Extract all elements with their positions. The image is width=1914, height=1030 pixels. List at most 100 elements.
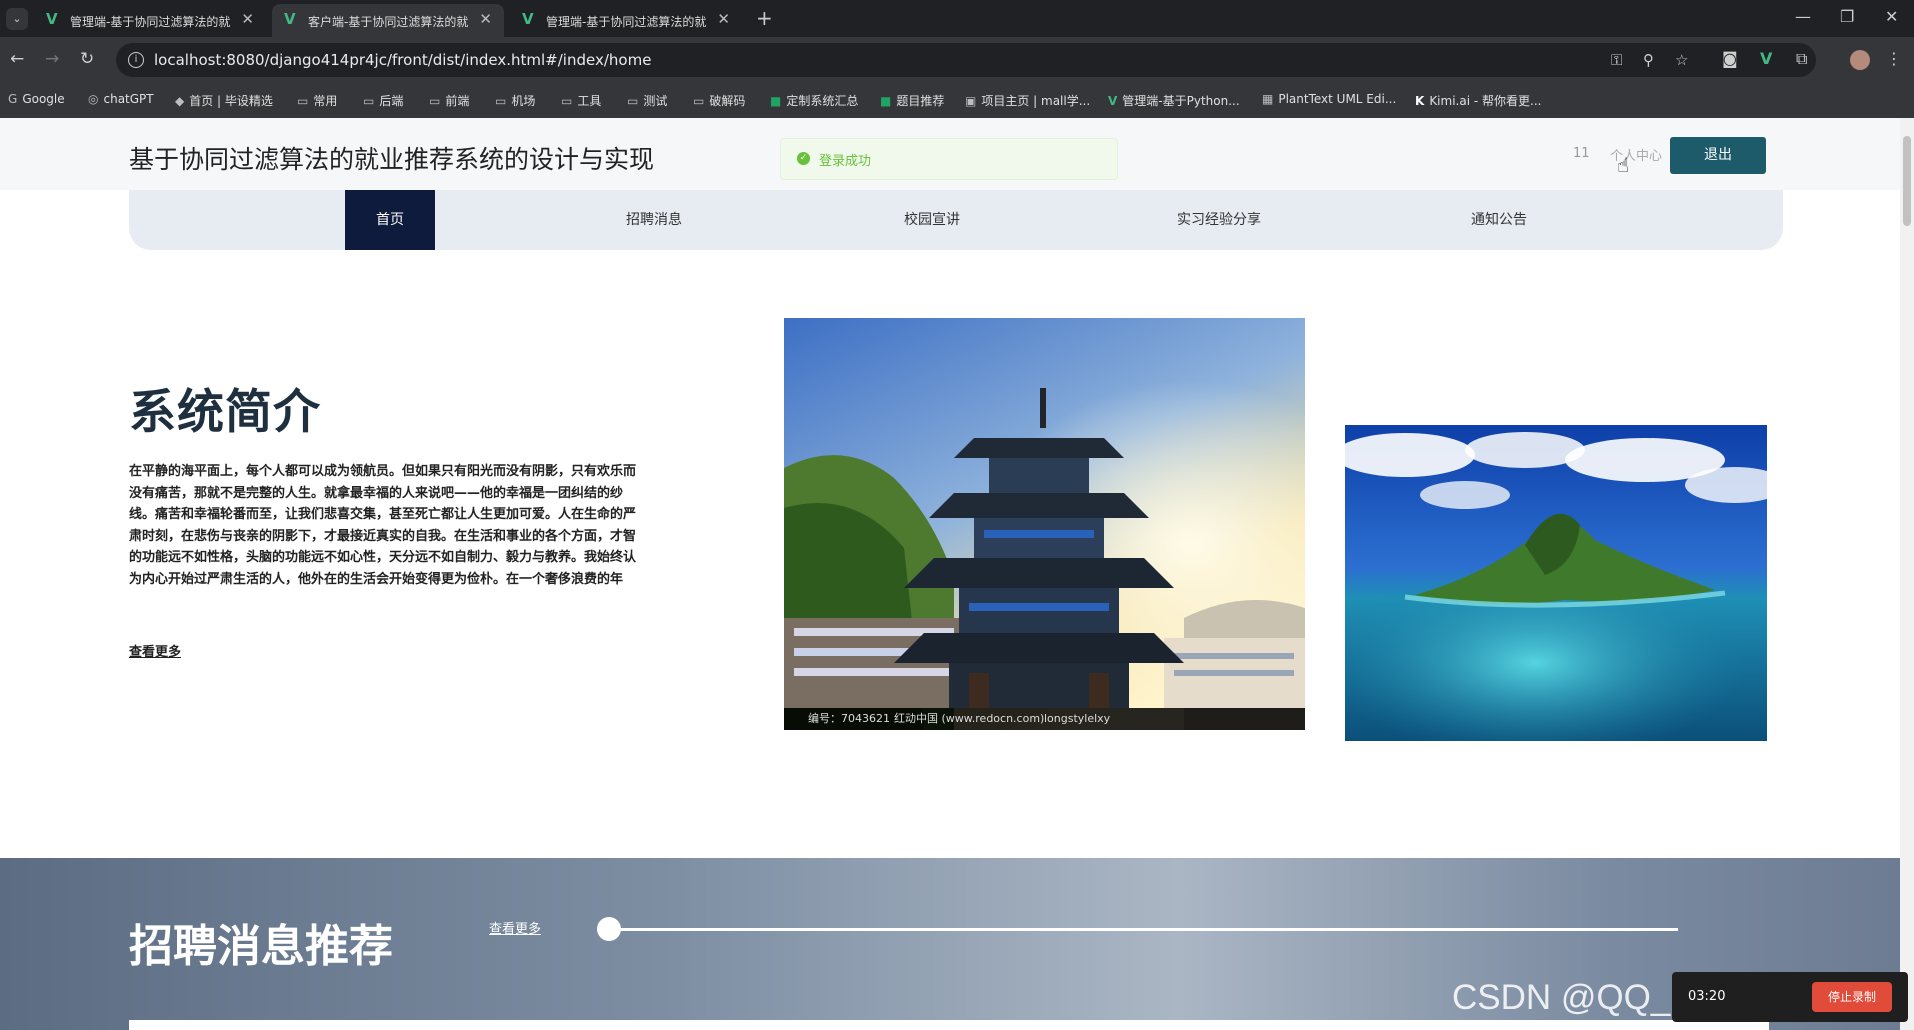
intro-more-link[interactable]: 查看更多 xyxy=(129,641,181,660)
extensions-icon[interactable]: ⧉ xyxy=(1796,49,1807,69)
minimize-icon[interactable]: — xyxy=(1795,7,1811,26)
carousel-slider-track[interactable] xyxy=(608,928,1678,931)
bookmark-item[interactable]: ▭ 常用 xyxy=(297,92,337,109)
bookmark-item[interactable]: ◎ chatGPT xyxy=(88,92,154,106)
bookmark-label: 测试 xyxy=(643,94,668,108)
page-icon: ◆ xyxy=(175,94,185,108)
zoom-icon[interactable]: ⚲ xyxy=(1643,51,1654,69)
site-info-icon[interactable]: i xyxy=(128,52,144,68)
address-bar-row: ← → ↻ i localhost:8080/django414pr4jc/fr… xyxy=(0,37,1914,84)
folder-icon: ▭ xyxy=(495,94,507,108)
bookmark-label: Kimi.ai - 帮你看更... xyxy=(1429,94,1542,108)
bookmark-item[interactable]: G Google xyxy=(8,92,65,106)
bookmark-item[interactable]: K Kimi.ai - 帮你看更... xyxy=(1415,92,1541,109)
check-circle-icon: ✓ xyxy=(797,152,810,165)
url-text[interactable]: localhost:8080/django414pr4jc/front/dist… xyxy=(154,51,651,69)
bookmark-label: 机场 xyxy=(511,94,536,108)
bookmark-item[interactable]: ▭ 破解码 xyxy=(693,92,745,109)
bookmark-item[interactable]: ▦ PlantText UML Edi... xyxy=(1262,92,1396,106)
browser-tab-2[interactable]: V 客户端-基于协同过滤算法的就 ✕ xyxy=(272,4,504,37)
image-id: 编号：7043621 xyxy=(808,712,890,725)
sheet-icon: ■ xyxy=(880,94,892,108)
vue-icon: V xyxy=(284,10,296,28)
browser-tab-3[interactable]: V 管理端-基于协同过滤算法的就 ✕ xyxy=(510,4,742,37)
bookmark-item[interactable]: ▭ 机场 xyxy=(495,92,535,109)
incognito-icon[interactable]: ◙ xyxy=(1722,49,1738,68)
site-header: 基于协同过滤算法的就业推荐系统的设计与实现 ✓ 登录成功 11 个人中心 ☝ 退… xyxy=(0,118,1900,190)
bookmark-star-icon[interactable]: ☆ xyxy=(1675,51,1688,69)
site-title: 基于协同过滤算法的就业推荐系统的设计与实现 xyxy=(129,145,655,174)
password-key-icon[interactable]: ⚿ xyxy=(1611,51,1622,69)
bookmark-label: 后端 xyxy=(379,94,404,108)
profile-avatar[interactable] xyxy=(1850,50,1870,70)
vue-icon: V xyxy=(522,10,534,28)
bookmark-item[interactable]: ■ 题目推荐 xyxy=(880,92,944,109)
bookmark-item[interactable]: ▣ 项目主页 | mall学... xyxy=(965,92,1090,109)
bookmark-item[interactable]: ◆ 首页 | 毕设精选 xyxy=(175,92,273,109)
close-icon[interactable]: ✕ xyxy=(479,10,492,28)
forward-icon[interactable]: → xyxy=(45,49,59,69)
scrollbar-thumb[interactable] xyxy=(1903,136,1911,226)
toast-message: 登录成功 xyxy=(819,154,872,169)
window-close-icon[interactable]: ✕ xyxy=(1885,7,1898,26)
nav-item-internship-sharing[interactable]: 实习经验分享 xyxy=(1129,190,1309,250)
bookmark-label: 项目主页 | mall学... xyxy=(981,94,1091,108)
browser-tab-1[interactable]: V 管理端-基于协同过滤算法的就 ✕ xyxy=(34,4,266,37)
chatgpt-icon: ◎ xyxy=(88,92,99,106)
recommend-title: 招聘消息推荐 xyxy=(129,921,393,972)
bookmark-label: 定制系统汇总 xyxy=(786,94,859,108)
bookmark-label: 管理端-基于Python... xyxy=(1122,94,1240,108)
intro-line: 没有痛苦，那就不是完整的人生。就拿最幸福的人来说吧——他的幸福是一团纠结的纱 xyxy=(129,485,624,501)
login-success-toast: ✓ 登录成功 xyxy=(780,138,1118,180)
image-caption-bar: 编号：7043621 红动中国 (www.redocn.com) longsty… xyxy=(784,708,1305,730)
restore-icon[interactable]: ❐ xyxy=(1840,7,1854,26)
sheet-icon: ■ xyxy=(770,94,782,108)
address-bar[interactable]: i localhost:8080/django414pr4jc/front/di… xyxy=(116,43,1816,77)
bookmark-label: Google xyxy=(22,92,65,106)
back-icon[interactable]: ← xyxy=(10,49,24,69)
nav-item-campus-talks[interactable]: 校园宣讲 xyxy=(857,190,1007,250)
recommend-list-top-edge xyxy=(129,1020,1769,1030)
reload-icon[interactable]: ↻ xyxy=(80,49,94,69)
folder-icon: ▭ xyxy=(627,94,639,108)
tab-title: 管理端-基于协同过滤算法的就 xyxy=(70,15,230,29)
bookmark-label: 常用 xyxy=(313,94,338,108)
google-icon: G xyxy=(8,92,18,106)
close-icon[interactable]: ✕ xyxy=(241,10,254,28)
folder-icon: ▭ xyxy=(297,94,309,108)
island-photo xyxy=(1345,425,1767,741)
nav-item-home[interactable]: 首页 xyxy=(345,190,435,250)
page-icon: ▣ xyxy=(965,94,977,108)
carousel-slider-knob[interactable] xyxy=(597,917,621,941)
stop-recording-button[interactable]: 停止录制 xyxy=(1812,982,1892,1012)
island-image xyxy=(1345,425,1767,741)
recommend-more-link[interactable]: 查看更多 xyxy=(489,918,541,937)
folder-icon: ▭ xyxy=(561,94,573,108)
bookmark-item[interactable]: V 管理端-基于Python... xyxy=(1108,92,1240,109)
close-icon[interactable]: ✕ xyxy=(717,10,730,28)
nav-item-job-posts[interactable]: 招聘消息 xyxy=(579,190,729,250)
page-scrollbar[interactable] xyxy=(1900,118,1914,1030)
logout-button[interactable]: 退出 xyxy=(1670,137,1766,174)
bookmark-item[interactable]: ▭ 工具 xyxy=(561,92,601,109)
tab-search-icon[interactable]: ⌄ xyxy=(6,8,28,30)
folder-icon: ▭ xyxy=(363,94,375,108)
bookmark-item[interactable]: ▭ 测试 xyxy=(627,92,667,109)
bookmark-item[interactable]: ■ 定制系统汇总 xyxy=(770,92,858,109)
bookmark-label: 工具 xyxy=(577,94,602,108)
page-icon: ▦ xyxy=(1262,92,1274,106)
bookmark-item[interactable]: ▭ 后端 xyxy=(363,92,403,109)
more-menu-icon[interactable]: ⋮ xyxy=(1886,49,1902,68)
nav-item-notices[interactable]: 通知公告 xyxy=(1424,190,1574,250)
folder-icon: ▭ xyxy=(429,94,441,108)
screen-recorder-widget: 03:20 停止录制 xyxy=(1672,972,1908,1022)
new-tab-icon[interactable]: + xyxy=(756,6,773,30)
intro-line: 为内心开始过严肃生活的人，他外在的生活会开始变得更为俭朴。在一个奢侈浪费的年 xyxy=(129,571,624,587)
intro-line: 线。痛苦和幸福轮番而至，让我们悲喜交集，甚至死亡都让人生更加可爱。人在生命的严 xyxy=(129,507,637,523)
user-id: 11 xyxy=(1573,146,1590,161)
vue-devtools-icon[interactable]: V xyxy=(1760,49,1772,68)
image-source: 红动中国 (www.redocn.com) xyxy=(894,712,1045,725)
bookmark-item[interactable]: ▭ 前端 xyxy=(429,92,469,109)
bookmark-label: 破解码 xyxy=(709,94,746,108)
recording-time: 03:20 xyxy=(1688,989,1726,1004)
